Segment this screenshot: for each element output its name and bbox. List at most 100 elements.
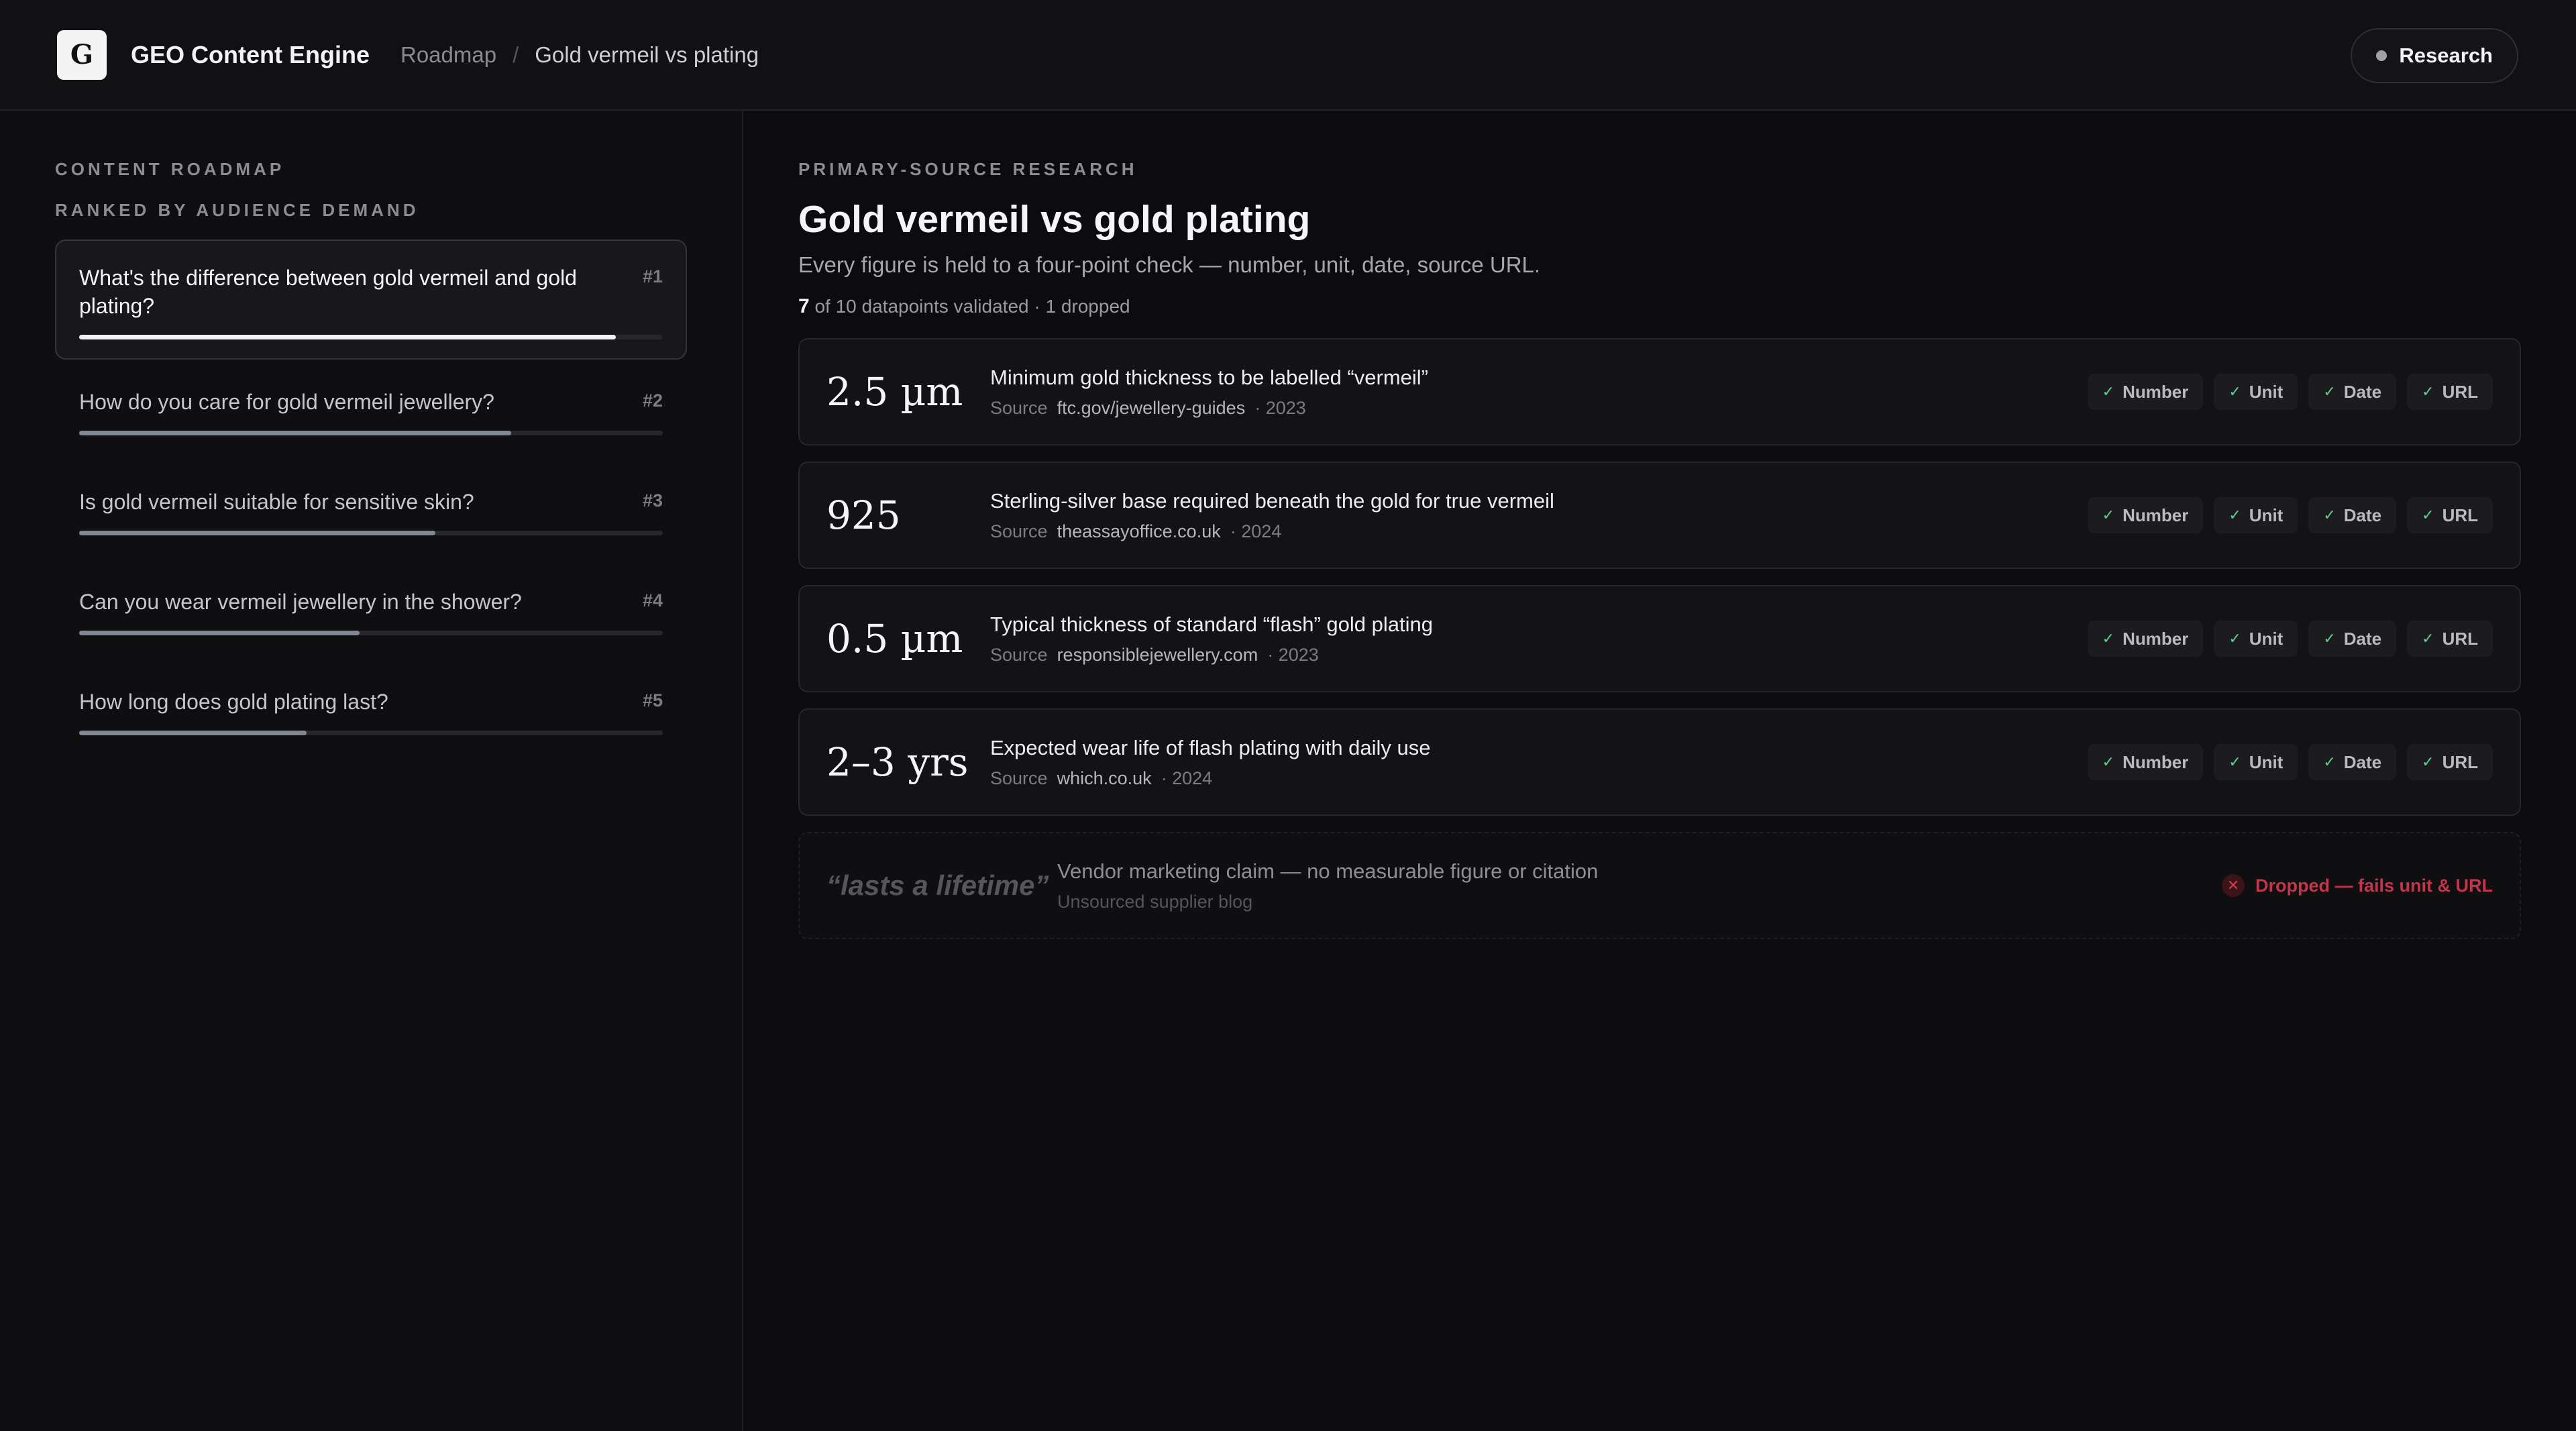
check-icon: ✓	[2229, 507, 2241, 523]
datapoint-card[interactable]: 2.5 µm Minimum gold thickness to be label…	[798, 338, 2521, 445]
datapoint-source: Source which.co.uk · 2024	[990, 768, 2088, 789]
check-icon: ✓	[2229, 383, 2241, 400]
source-year: · 2023	[1254, 397, 1306, 418]
check-chip: ✓ Date	[2308, 497, 2397, 533]
check-label: URL	[2442, 505, 2478, 525]
research-button[interactable]: Research	[2351, 28, 2518, 83]
validated-summary-text: of 10 datapoints validated · 1 dropped	[814, 296, 1130, 317]
dropped-source: Unsourced supplier blog	[1057, 891, 1253, 912]
datapoint-card[interactable]: 925 Sterling-silver base required beneath…	[798, 462, 2521, 569]
demand-bar	[79, 431, 663, 435]
demand-bar-fill	[79, 731, 307, 735]
app-logo[interactable]: G	[57, 30, 107, 80]
datapoint-figure: 925	[826, 492, 901, 538]
check-label: Unit	[2249, 628, 2284, 649]
check-icon: ✓	[2422, 507, 2434, 523]
check-icon: ✓	[2323, 507, 2336, 523]
check-icon: ✓	[2323, 383, 2336, 400]
datapoint-source: Source theassayoffice.co.uk · 2024	[990, 521, 2088, 542]
demand-bar-fill	[79, 431, 511, 435]
roadmap-rank: #5	[642, 690, 663, 710]
check-icon: ✓	[2323, 753, 2336, 770]
check-label: Number	[2123, 505, 2189, 525]
datapoint-list: 2.5 µm Minimum gold thickness to be label…	[798, 338, 2521, 939]
source-url-link[interactable]: which.co.uk	[1057, 768, 1152, 788]
check-icon: ✓	[2102, 383, 2115, 400]
roadmap-rank: #4	[642, 590, 663, 611]
breadcrumb-separator: /	[513, 42, 519, 67]
demand-bar-fill	[79, 531, 435, 535]
check-icon: ✓	[2229, 630, 2241, 647]
status-dot-icon	[2376, 50, 2387, 61]
roadmap-question: How do you care for gold vermeil jewelle…	[79, 390, 494, 414]
validation-checks: ✓ Number ✓ Unit ✓ Date ✓ URL	[2087, 744, 2493, 780]
check-icon: ✓	[2422, 630, 2434, 647]
demand-bar	[79, 731, 663, 735]
check-label: Date	[2343, 381, 2382, 402]
datapoint-claim: Expected wear life of flash plating with…	[990, 735, 1431, 759]
roadmap-rank: #1	[642, 266, 663, 286]
datapoint-figure: 2.5 µm	[826, 369, 963, 415]
breadcrumb-roadmap[interactable]: Roadmap	[400, 42, 496, 68]
check-icon: ✓	[2422, 383, 2434, 400]
datapoint-claim: Typical thickness of standard “flash” go…	[990, 612, 1433, 636]
check-icon: ✓	[2102, 507, 2115, 523]
app-title: GEO Content Engine	[131, 40, 370, 68]
roadmap-item[interactable]: Can you wear vermeil jewellery in the sh…	[55, 564, 687, 659]
check-label: Date	[2343, 505, 2382, 525]
check-chip: ✓ Number	[2087, 374, 2204, 410]
source-url-link[interactable]: responsiblejewellery.com	[1057, 645, 1258, 665]
source-year: · 2024	[1161, 767, 1213, 788]
source-label: Source	[990, 644, 1048, 665]
demand-bar-fill	[79, 631, 360, 635]
check-chip: ✓ Unit	[2214, 374, 2298, 410]
check-icon: ✓	[2102, 753, 2115, 770]
content-roadmap-sidebar: CONTENT ROADMAP RANKED BY AUDIENCE DEMAN…	[0, 111, 743, 1431]
check-label: Date	[2343, 751, 2382, 772]
datapoint-card[interactable]: 2–3 yrs Expected wear life of flash plati…	[798, 708, 2521, 816]
check-label: URL	[2442, 381, 2478, 402]
check-label: URL	[2442, 751, 2478, 772]
datapoint-source: Source ftc.gov/jewellery-guides · 2023	[990, 398, 2088, 419]
dropped-datapoint-card[interactable]: “lasts a lifetime” Vendor marketing claim…	[798, 832, 2521, 939]
demand-bar	[79, 631, 663, 635]
validation-checks: ✓ Number ✓ Unit ✓ Date ✓ URL	[2087, 374, 2493, 410]
roadmap-item[interactable]: Is gold vermeil suitable for sensitive s…	[55, 464, 687, 560]
validated-count: 7	[798, 295, 810, 317]
roadmap-item[interactable]: What's the difference between gold verme…	[55, 240, 687, 360]
demand-bar	[79, 335, 663, 339]
roadmap-question: Is gold vermeil suitable for sensitive s…	[79, 490, 474, 514]
demand-bar-fill	[79, 335, 616, 339]
check-icon: ✓	[2323, 630, 2336, 647]
check-label: Unit	[2249, 751, 2284, 772]
roadmap-heading: CONTENT ROADMAP	[55, 159, 285, 179]
roadmap-item[interactable]: How long does gold plating last? #5	[55, 664, 687, 759]
datapoint-card[interactable]: 0.5 µm Typical thickness of standard “fla…	[798, 585, 2521, 692]
source-label: Source	[990, 521, 1048, 541]
source-url-link[interactable]: theassayoffice.co.uk	[1057, 521, 1221, 541]
dropped-figure: “lasts a lifetime”	[826, 869, 1049, 901]
datapoint-figure: 0.5 µm	[826, 616, 963, 661]
check-chip: ✓ URL	[2407, 621, 2493, 657]
check-icon: ✓	[2229, 753, 2241, 770]
check-chip: ✓ Number	[2087, 497, 2204, 533]
check-label: Unit	[2249, 505, 2284, 525]
source-url-link[interactable]: ftc.gov/jewellery-guides	[1057, 398, 1246, 418]
logo-letter: G	[70, 39, 94, 70]
roadmap-subheading: RANKED BY AUDIENCE DEMAND	[55, 200, 419, 220]
check-chip: ✓ Date	[2308, 374, 2397, 410]
page-title: Gold vermeil vs gold plating	[798, 198, 1311, 241]
check-chip: ✓ Unit	[2214, 621, 2298, 657]
roadmap-item[interactable]: How do you care for gold vermeil jewelle…	[55, 364, 687, 460]
roadmap-question: What's the difference between gold verme…	[79, 266, 577, 318]
datapoint-source: Source responsiblejewellery.com · 2023	[990, 645, 2088, 666]
roadmap-list: What's the difference between gold verme…	[55, 240, 687, 759]
roadmap-question: How long does gold plating last?	[79, 690, 388, 714]
close-circle-icon: ✕	[2222, 874, 2245, 897]
check-chip: ✓ Date	[2308, 744, 2397, 780]
source-year: · 2023	[1267, 644, 1319, 665]
datapoint-claim: Minimum gold thickness to be labelled “v…	[990, 365, 1428, 389]
check-chip: ✓ Unit	[2214, 497, 2298, 533]
check-label: Number	[2123, 751, 2189, 772]
datapoint-figure: 2–3 yrs	[826, 739, 969, 785]
